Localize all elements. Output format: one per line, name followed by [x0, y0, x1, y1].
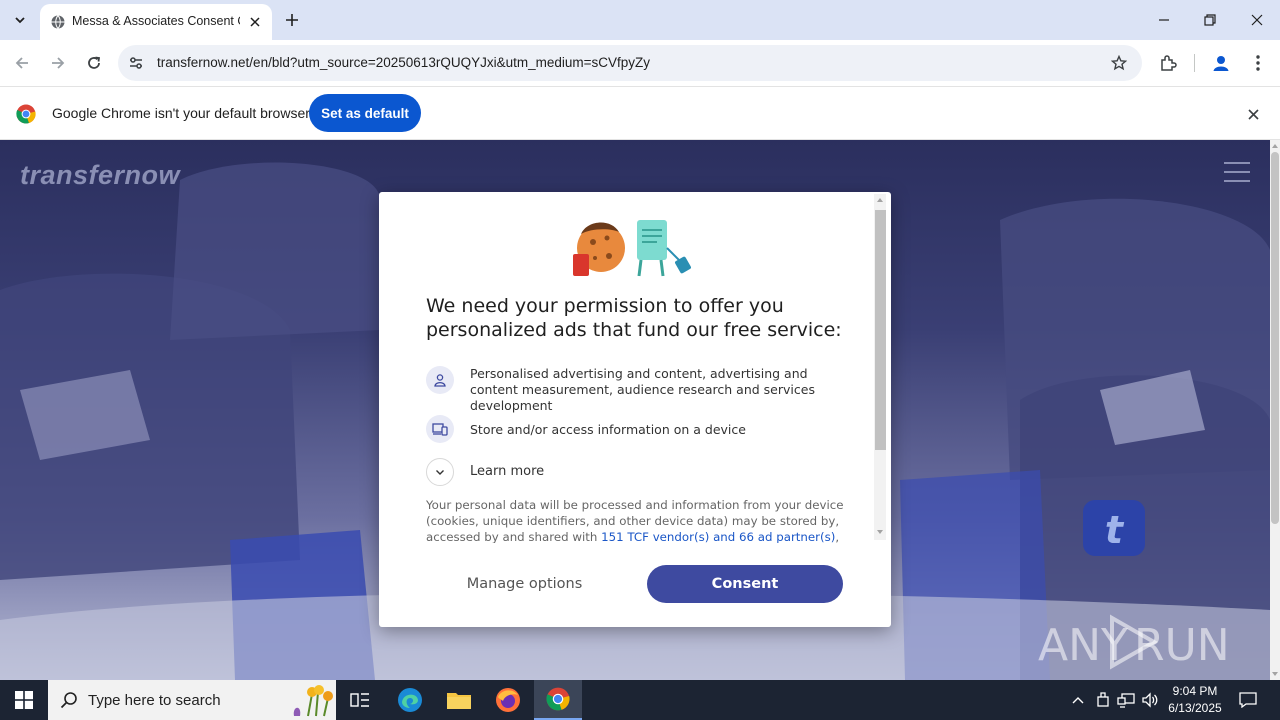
minimize-icon — [1159, 19, 1169, 21]
scroll-down-icon[interactable] — [876, 528, 884, 536]
arrow-right-icon — [52, 57, 65, 69]
site-logo[interactable]: transfernow — [20, 160, 180, 191]
reload-icon — [88, 56, 101, 69]
task-view-button[interactable] — [336, 680, 384, 720]
manage-options-button[interactable]: Manage options — [446, 565, 603, 603]
notification-center-button[interactable] — [1238, 690, 1258, 710]
profile-icon — [1213, 56, 1229, 71]
devices-icon — [426, 415, 454, 443]
close-icon — [1251, 14, 1263, 26]
taskbar-clock[interactable]: 9:04 PM 6/13/2025 — [1160, 683, 1230, 717]
address-bar[interactable]: transfernow.net/en/bld?utm_source=202506… — [118, 45, 1142, 81]
chrome-logo-icon — [16, 104, 36, 124]
profile-button[interactable] — [1209, 51, 1233, 75]
consent-button[interactable]: Consent — [647, 565, 843, 603]
start-button[interactable] — [0, 680, 48, 720]
folder-icon — [447, 693, 471, 709]
restore-icon — [1204, 14, 1216, 26]
task-view-icon — [350, 693, 369, 707]
firefox-icon — [496, 688, 520, 712]
learn-more-label[interactable]: Learn more — [470, 464, 544, 479]
taskbar-edge[interactable] — [386, 680, 434, 720]
dialog-scroll-thumb[interactable] — [875, 210, 886, 450]
browser-toolbar: transfernow.net/en/bld?utm_source=202506… — [0, 40, 1280, 86]
reload-button[interactable] — [82, 51, 106, 75]
network-icon — [1117, 693, 1135, 708]
tray-device-icon[interactable] — [1093, 690, 1113, 710]
tab-strip: Messa & Associates Consent Or — [0, 0, 1280, 40]
hamburger-menu-icon[interactable] — [1224, 162, 1250, 184]
windows-logo-icon — [15, 691, 33, 709]
restore-button[interactable] — [1198, 8, 1222, 32]
cookie-and-document-illustration — [573, 220, 691, 277]
anyrun-watermark: ANY RUN — [1038, 612, 1234, 672]
tune-icon — [130, 57, 142, 69]
search-icon — [60, 692, 77, 709]
menu-button[interactable] — [1246, 51, 1270, 75]
chevron-down-icon — [436, 470, 444, 475]
consent-dialog: We need your permission to offer you per… — [379, 192, 891, 627]
anyrun-logo: ANY RUN — [1038, 614, 1230, 671]
toolbar-divider — [1194, 54, 1195, 72]
close-icon — [1247, 108, 1259, 120]
tab-search-button[interactable] — [8, 8, 32, 32]
edge-icon — [398, 688, 422, 712]
back-button[interactable] — [10, 51, 34, 75]
windows-taskbar: Type here to search 9:04 PM 6/13/2025 — [0, 680, 1280, 720]
speaker-icon — [1142, 692, 1158, 708]
scroll-down-icon — [1272, 672, 1278, 676]
search-highlight-flowers-icon — [293, 685, 333, 717]
active-tab[interactable]: Messa & Associates Consent Or — [40, 4, 272, 40]
show-hidden-icons-button[interactable] — [1068, 690, 1088, 710]
learn-more-toggle[interactable] — [426, 458, 454, 486]
scroll-up-icon — [1272, 144, 1278, 148]
consent-heading: We need your permission to offer you per… — [426, 295, 842, 341]
person-icon — [426, 366, 454, 394]
tray-volume-icon[interactable] — [1140, 690, 1160, 710]
plus-icon — [286, 14, 298, 26]
tab-title: Messa & Associates Consent Or — [72, 14, 240, 28]
extensions-button[interactable] — [1156, 51, 1180, 75]
new-tab-button[interactable] — [282, 10, 302, 30]
scroll-up-icon[interactable] — [876, 196, 884, 204]
forward-button[interactable] — [46, 51, 70, 75]
personal-data-notice: Your personal data will be processed and… — [426, 497, 844, 543]
globe-icon — [50, 14, 66, 30]
star-icon — [1111, 55, 1127, 71]
clock-time: 9:04 PM — [1172, 684, 1218, 698]
search-placeholder: Type here to search — [88, 692, 221, 709]
chrome-icon — [546, 687, 570, 711]
usb-device-icon — [1097, 692, 1109, 707]
taskbar-file-explorer[interactable] — [435, 680, 483, 720]
svg-text:t: t — [1105, 508, 1125, 552]
arrow-left-icon — [15, 57, 28, 69]
purpose-store-access: Store and/or access information on a dev… — [470, 422, 746, 437]
close-window-button[interactable] — [1245, 8, 1269, 32]
clock-date: 6/13/2025 — [1168, 701, 1222, 715]
vendors-link[interactable]: 151 TCF vendor(s) and 66 ad partner(s) — [601, 530, 835, 543]
taskbar-chrome[interactable] — [534, 680, 582, 720]
bookmark-button[interactable] — [1108, 52, 1130, 74]
svg-text:RUN: RUN — [1134, 620, 1230, 671]
taskbar-search-box[interactable]: Type here to search — [48, 680, 336, 720]
puzzle-icon — [1161, 55, 1177, 71]
purpose-personalised-advertising: Personalised advertising and content, ad… — [470, 366, 815, 413]
minimize-button[interactable] — [1152, 8, 1176, 32]
url-text: transfernow.net/en/bld?utm_source=202506… — [157, 55, 651, 70]
site-info-button[interactable] — [126, 53, 146, 73]
notification-icon — [1239, 692, 1257, 708]
close-icon — [250, 17, 260, 27]
infobar-close-button[interactable] — [1244, 105, 1262, 123]
tray-network-icon[interactable] — [1116, 690, 1136, 710]
chevron-up-icon — [1072, 697, 1084, 704]
default-browser-infobar: Google Chrome isn't your default browser… — [0, 86, 1280, 140]
tab-close-button[interactable] — [246, 13, 264, 31]
taskbar-firefox[interactable] — [484, 680, 532, 720]
chevron-down-icon — [15, 17, 25, 24]
infobar-message: Google Chrome isn't your default browser — [52, 105, 310, 121]
set-as-default-button[interactable]: Set as default — [309, 94, 421, 132]
page-scroll-thumb[interactable] — [1271, 152, 1279, 524]
more-vertical-icon — [1256, 55, 1260, 71]
